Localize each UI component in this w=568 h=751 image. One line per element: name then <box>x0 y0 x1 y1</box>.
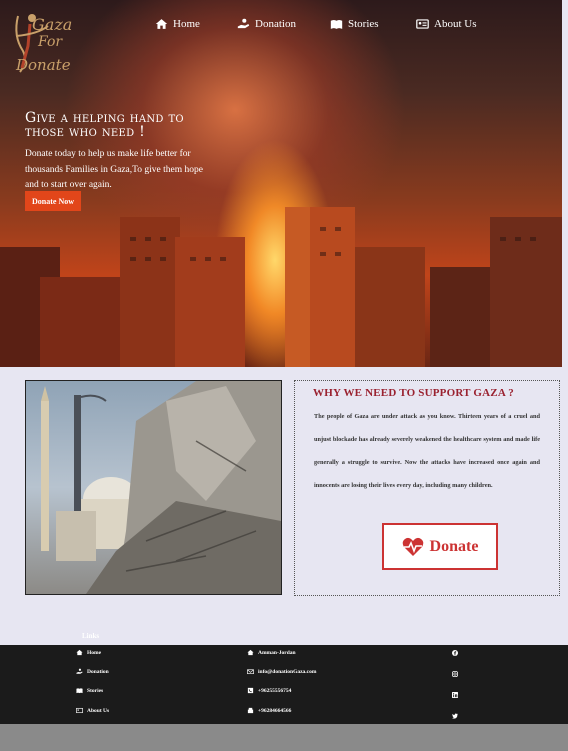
city-skyline-image <box>0 207 562 367</box>
envelope-icon <box>247 669 254 675</box>
phone-icon <box>247 687 254 694</box>
fax-icon <box>247 707 254 714</box>
footer-location: Amman-Jordan <box>247 649 296 656</box>
footer-phone-2-text: +96284664566 <box>258 707 292 714</box>
heart-pulse-icon <box>402 537 423 556</box>
home-icon <box>155 19 168 29</box>
book-icon <box>330 19 343 29</box>
nav-donation[interactable]: Donation <box>237 18 296 30</box>
home-icon <box>247 649 254 656</box>
nav-home-label: Home <box>173 18 200 30</box>
destroyed-building-photo <box>25 380 282 595</box>
footer-link-stories[interactable]: Stories <box>76 687 103 694</box>
linkedin-icon[interactable] <box>452 692 458 698</box>
main-navigation: Home Donation Stories About Us <box>0 18 568 36</box>
footer-phone-1-text: +96255556754 <box>258 687 292 694</box>
footer-link-about[interactable]: About Us <box>76 707 109 714</box>
why-title: WHY WE NEED TO SUPPORT GAZA ? <box>313 387 515 399</box>
book-icon <box>76 688 83 694</box>
hand-holding-heart-icon <box>237 18 250 29</box>
hand-holding-heart-icon <box>76 668 83 674</box>
footer-link-home[interactable]: Home <box>76 649 101 656</box>
twitter-icon[interactable] <box>452 713 458 719</box>
footer-links-heading: Links <box>82 632 100 640</box>
hero-text: Donate today to help us make life better… <box>25 149 203 190</box>
bottom-bar <box>0 724 568 751</box>
footer-email[interactable]: info@donationGaza.com <box>247 668 316 675</box>
donate-now-button[interactable]: Donate Now <box>25 191 81 211</box>
nav-about[interactable]: About Us <box>416 18 476 30</box>
footer-location-text: Amman-Jordan <box>258 649 296 656</box>
why-support-panel: WHY WE NEED TO SUPPORT GAZA ? The people… <box>294 380 560 596</box>
why-text: The people of Gaza are under attack as y… <box>314 413 540 489</box>
home-icon <box>76 649 83 656</box>
nav-donation-label: Donation <box>255 18 296 30</box>
nav-home[interactable]: Home <box>155 18 200 30</box>
footer-email-text: info@donationGaza.com <box>258 668 317 675</box>
nav-stories-label: Stories <box>348 18 379 30</box>
nav-stories[interactable]: Stories <box>330 18 379 30</box>
logo-line-3: Donate <box>16 56 71 74</box>
logo-line-2: For <box>38 34 63 50</box>
footer-phone-2[interactable]: +96284664566 <box>247 707 291 714</box>
facebook-icon[interactable] <box>452 650 458 656</box>
hero-title: Give a helping hand to those who need ! <box>25 110 184 140</box>
site-footer: Home Donation Stories About Us Amman-Jor… <box>0 645 568 724</box>
id-card-icon <box>416 19 429 29</box>
instagram-icon[interactable] <box>452 671 458 677</box>
donate-button-label: Donate <box>429 537 479 555</box>
site-logo[interactable]: Gaza For Donate <box>8 6 78 76</box>
footer-link-donation-label: Donation <box>87 668 109 675</box>
footer-link-home-label: Home <box>87 649 102 656</box>
footer-link-about-label: About Us <box>87 707 110 714</box>
id-card-icon <box>76 707 83 714</box>
mosque-ruins-image <box>41 381 281 594</box>
donate-button[interactable]: Donate <box>382 523 498 570</box>
footer-link-stories-label: Stories <box>87 687 104 694</box>
nav-about-label: About Us <box>434 18 477 30</box>
footer-phone-1[interactable]: +96255556754 <box>247 687 291 694</box>
footer-link-donation[interactable]: Donation <box>76 668 109 675</box>
